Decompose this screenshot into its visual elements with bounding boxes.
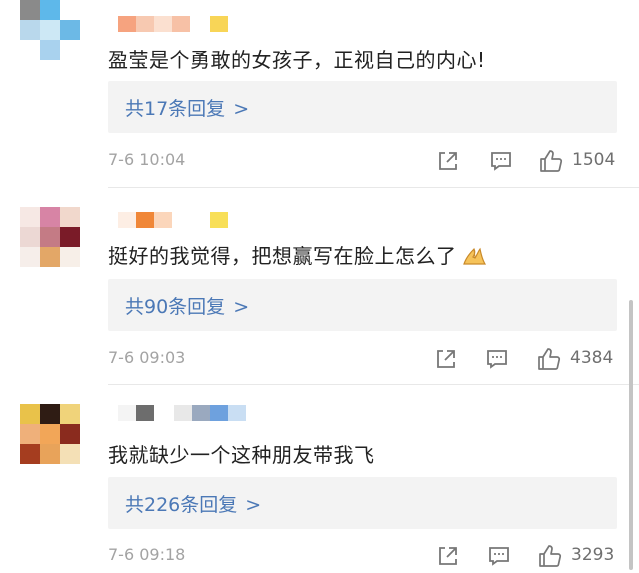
divider	[108, 384, 639, 385]
username-blurred[interactable]	[118, 212, 228, 228]
comment-text: 挺好的我觉得，把想赢写在脸上怎么了	[108, 240, 487, 269]
timestamp: 7-6 09:03	[108, 348, 186, 367]
avatar[interactable]	[20, 404, 80, 464]
like-count: 4384	[570, 348, 614, 368]
view-replies-link[interactable]: 共226条回复 >	[125, 490, 261, 517]
folded-hands-emoji	[461, 244, 487, 266]
username-blurred[interactable]	[118, 16, 228, 32]
comment-icon[interactable]	[488, 148, 514, 174]
reply-box[interactable]: 共17条回复 >	[108, 81, 617, 133]
comment-meta: 7-6 09:03 4384	[108, 346, 620, 372]
avatar[interactable]	[20, 207, 80, 267]
view-replies-link[interactable]: 共17条回复 >	[125, 94, 249, 121]
comment-meta: 7-6 09:18 3293	[108, 543, 620, 569]
like-count: 3293	[571, 545, 615, 565]
timestamp: 7-6 10:04	[108, 150, 186, 169]
comment-icon[interactable]	[484, 346, 510, 372]
view-replies-link[interactable]: 共90条回复 >	[125, 292, 249, 319]
avatar[interactable]	[20, 0, 80, 60]
thumbs-up-icon[interactable]	[537, 543, 563, 569]
reply-box[interactable]: 共90条回复 >	[108, 279, 617, 331]
username-blurred[interactable]	[118, 405, 246, 421]
like-count: 1504	[572, 150, 616, 170]
share-icon[interactable]	[435, 148, 461, 174]
share-icon[interactable]	[435, 543, 461, 569]
divider	[108, 187, 639, 188]
share-icon[interactable]	[433, 346, 459, 372]
comment-meta: 7-6 10:04 1504	[108, 148, 620, 174]
scrollbar[interactable]	[629, 300, 633, 570]
timestamp: 7-6 09:18	[108, 545, 186, 564]
thumbs-up-icon[interactable]	[536, 346, 562, 372]
comment-text: 我就缺少一个这种朋友带我飞	[108, 443, 375, 467]
comment-text: 盈莹是个勇敢的女孩子，正视自己的内心!	[108, 48, 486, 72]
thumbs-up-icon[interactable]	[538, 148, 564, 174]
comment-icon[interactable]	[486, 543, 512, 569]
reply-box[interactable]: 共226条回复 >	[108, 477, 617, 529]
